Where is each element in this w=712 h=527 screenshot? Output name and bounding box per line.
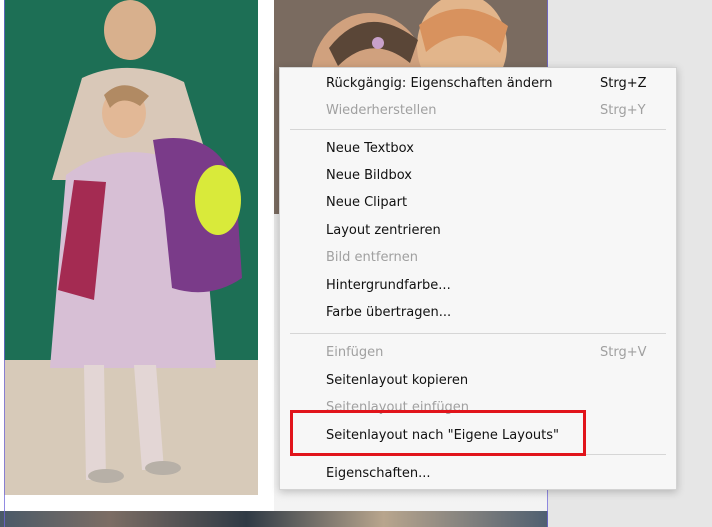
menu-item-label: Layout zentrieren [326,223,441,238]
menu-item-label: Eigenschaften... [326,466,431,481]
menu-item-label: Farbe übertragen... [326,305,452,320]
menu-item-copy-page-layout[interactable]: Seitenlayout kopieren [280,369,676,393]
menu-separator [290,129,666,130]
menu-item-label: Rückgängig: Eigenschaften ändern [326,76,553,91]
menu-item-label: Bild entfernen [326,250,419,265]
menu-item-new-textbox[interactable]: Neue Textbox [280,137,676,161]
menu-item-shortcut: Strg+V [600,345,647,360]
menu-item-new-imagebox[interactable]: Neue Bildbox [280,164,676,188]
menu-item-transfer-color[interactable]: Farbe übertragen... [280,301,676,325]
photo-strip-bottom[interactable] [0,511,548,527]
menu-item-paste[interactable]: Einfügen Strg+V [280,341,676,365]
menu-item-label: Wiederherstellen [326,103,437,118]
menu-item-label: Neue Bildbox [326,168,412,183]
menu-item-remove-image[interactable]: Bild entfernen [280,246,676,270]
menu-separator [290,333,666,334]
menu-item-redo[interactable]: Wiederherstellen Strg+Y [280,99,676,123]
menu-item-label: Neue Clipart [326,195,408,210]
menu-item-label: Einfügen [326,345,384,360]
menu-item-shortcut: Strg+Z [600,76,647,91]
highlight-box-save-layout [290,410,586,456]
girl-photo-illustration [4,0,258,495]
menu-item-shortcut: Strg+Y [600,103,646,118]
menu-item-undo[interactable]: Rückgängig: Eigenschaften ändern Strg+Z [280,72,676,96]
menu-item-center-layout[interactable]: Layout zentrieren [280,219,676,243]
page-guide-left [4,0,5,527]
menu-item-label: Seitenlayout kopieren [326,373,469,388]
menu-item-properties[interactable]: Eigenschaften... [280,462,676,486]
menu-item-label: Hintergrundfarbe... [326,278,451,293]
menu-item-label: Neue Textbox [326,141,414,156]
menu-item-background-color[interactable]: Hintergrundfarbe... [280,274,676,298]
photo-girl-with-backpack[interactable] [4,0,258,495]
menu-item-new-clipart[interactable]: Neue Clipart [280,191,676,215]
